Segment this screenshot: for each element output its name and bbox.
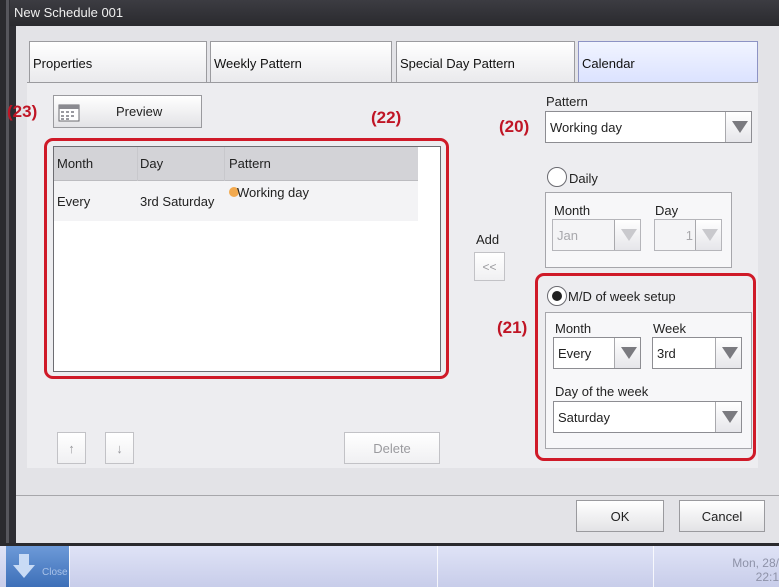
pattern-label: Pattern [546, 94, 588, 109]
preview-button-label: Preview [116, 104, 163, 119]
add-label: Add [476, 232, 500, 247]
tab-properties[interactable]: Properties [29, 41, 207, 83]
chevron-down-icon[interactable] [614, 220, 640, 250]
arrow-down-icon [13, 554, 35, 578]
day-of-week-select[interactable]: Saturday [553, 401, 742, 433]
calendar-icon [58, 104, 80, 121]
taskbar-divider [653, 546, 654, 587]
daily-month-select[interactable]: Jan [552, 219, 641, 251]
pattern-select[interactable]: Working day [545, 111, 752, 143]
taskbar-date: Mon, 28/ [732, 556, 779, 570]
callout-table: (22) [371, 108, 402, 127]
daily-day-select[interactable]: 1 [654, 219, 722, 251]
week-setup-week-select[interactable]: 3rd [652, 337, 742, 369]
day-of-week-label: Day of the week [555, 384, 649, 399]
callout-highlight-table [44, 138, 449, 379]
taskbar-close-button[interactable]: Close [6, 546, 69, 587]
daily-radio[interactable] [547, 167, 567, 187]
day-of-week-value: Saturday [558, 410, 611, 425]
week-setup-month-select[interactable]: Every [553, 337, 641, 369]
daily-month-label: Month [554, 203, 591, 218]
tab-weekly-pattern[interactable]: Weekly Pattern [210, 41, 392, 83]
taskbar [0, 546, 779, 587]
pattern-select-value: Working day [550, 120, 623, 135]
week-setup-radio-label: M/D of week setup [568, 289, 676, 304]
delete-button[interactable]: Delete [344, 432, 440, 464]
taskbar-divider [437, 546, 438, 587]
callout-pattern: (20) [499, 117, 530, 136]
chevron-down-icon[interactable] [614, 338, 640, 368]
daily-radio-label: Daily [569, 171, 598, 186]
move-down-button[interactable]: ↓ [105, 432, 134, 464]
taskbar-divider [69, 546, 70, 587]
daily-day-label: Day [655, 203, 679, 218]
chevron-down-icon[interactable] [715, 338, 741, 368]
cancel-button[interactable]: Cancel [679, 500, 765, 532]
week-setup-month-value: Every [558, 346, 592, 361]
taskbar-time: 22:1 [755, 570, 779, 584]
taskbar-close-label: Close [42, 567, 68, 578]
chevron-down-icon[interactable] [715, 402, 741, 432]
footer-divider [16, 495, 779, 496]
daily-day-value: 1 [685, 228, 693, 243]
week-setup-week-value: 3rd [657, 346, 676, 361]
callout-preview: (23) [7, 102, 38, 121]
week-setup-week-label: Week [653, 321, 686, 336]
daily-month-value: Jan [557, 228, 578, 243]
tab-special-day-pattern[interactable]: Special Day Pattern [396, 41, 575, 83]
preview-button[interactable]: Preview [53, 95, 202, 128]
callout-week-setup: (21) [497, 318, 528, 337]
chevron-down-icon[interactable] [725, 112, 751, 142]
window-title: New Schedule 001 [10, 0, 779, 26]
tab-calendar[interactable]: Calendar [578, 41, 758, 83]
add-button[interactable]: << [474, 252, 505, 281]
ok-button[interactable]: OK [576, 500, 664, 532]
move-up-button[interactable]: ↑ [57, 432, 86, 464]
chevron-down-icon[interactable] [695, 220, 721, 250]
week-setup-month-label: Month [555, 321, 592, 336]
week-setup-radio[interactable] [547, 286, 567, 306]
